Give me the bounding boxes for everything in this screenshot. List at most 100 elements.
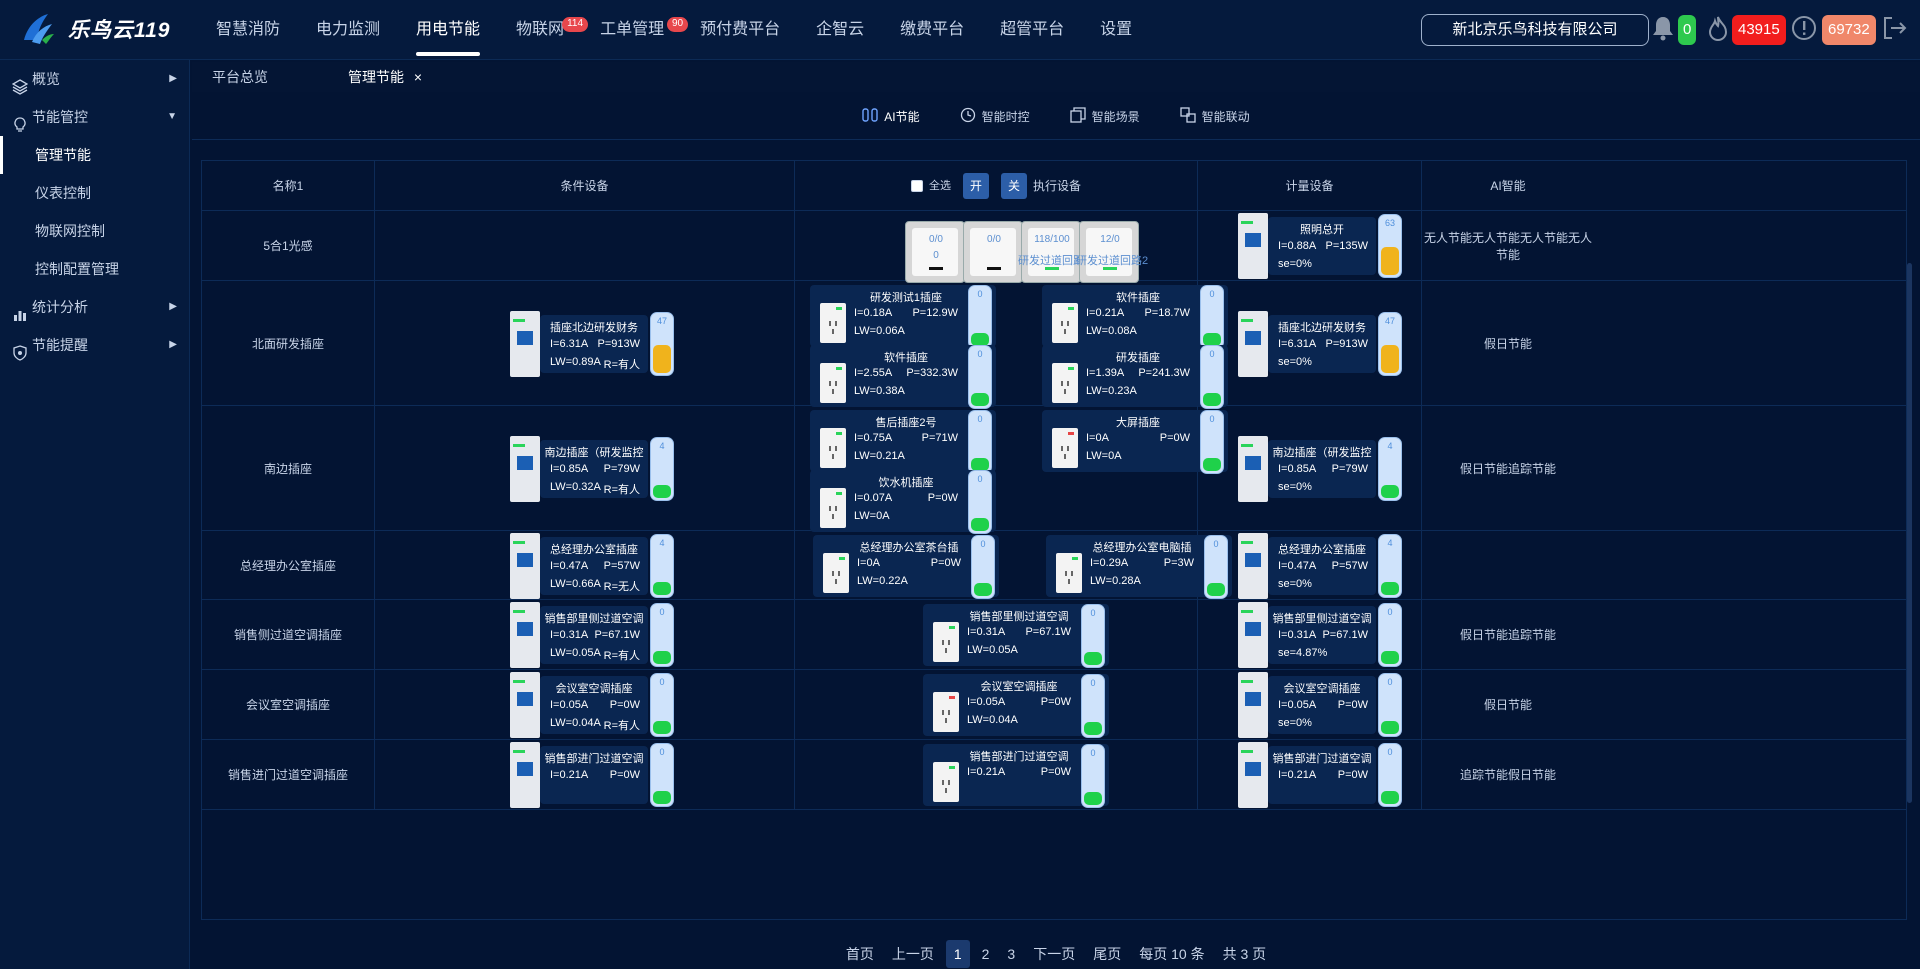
switch-panel[interactable]: 118/100 研发过道回路	[1018, 221, 1084, 283]
vertical-scrollbar[interactable]	[1907, 263, 1912, 803]
turn-on-button[interactable]: 开	[962, 173, 989, 199]
nav-enterprise[interactable]: 企智云	[798, 0, 882, 60]
power-value: P=0W	[1337, 769, 1368, 781]
level-value: 0	[1387, 607, 1393, 617]
meter-device-card[interactable]: 会议室空调插座 I=0.05A P=0W se=0% 0	[1238, 672, 1406, 738]
logout-icon	[1882, 15, 1908, 46]
exec-device-card[interactable]: 软件插座 I=2.55A P=332.3W LW=0.38A 0	[810, 345, 996, 409]
nav-iot[interactable]: 物联网 114	[498, 0, 589, 60]
level-gauge: 0	[1081, 744, 1105, 808]
subtab-scene[interactable]: 智能场景	[1070, 92, 1140, 140]
energy-table: 名称1 条件设备 全选 开 关 执行设备 计量设备 AI智能 5合1光感 0/0 0…	[201, 160, 1907, 920]
table-cell: 会议室空调插座 I=0.05A P=0W se=0% 0	[1198, 670, 1422, 739]
page-3-button[interactable]: 3	[998, 940, 1024, 968]
nav-admin[interactable]: 超管平台	[982, 0, 1082, 60]
sidebar-subitem-manage[interactable]: 管理节能	[0, 136, 189, 174]
socket-icon	[820, 303, 846, 343]
next-page-button[interactable]: 下一页	[1024, 940, 1084, 968]
current-value: I=6.31A	[550, 337, 589, 350]
meter-device-card[interactable]: 销售部里侧过道空调 I=0.31A P=67.1W se=4.87% 0	[1238, 602, 1406, 668]
sidebar-item-remind[interactable]: 节能提醒 ▶	[0, 326, 189, 364]
tab-manage-energy[interactable]: 管理节能 ×	[348, 62, 422, 92]
condition-device-card[interactable]: 会议室空调插座 I=0.05A P=0W LW=0.04A R=有人 0	[510, 672, 678, 738]
close-icon[interactable]: ×	[414, 69, 422, 85]
table-header: 名称1 条件设备 全选 开 关 执行设备 计量设备 AI智能	[202, 161, 1906, 211]
power-value: P=0W	[609, 769, 640, 781]
nav-fire[interactable]: 智慧消防	[198, 0, 298, 60]
bell-group[interactable]: 0	[1651, 14, 1697, 46]
switch-panel[interactable]: 0/0 0	[905, 221, 965, 283]
sidebar-subitem-meter[interactable]: 仪表控制	[0, 174, 189, 212]
sidebar-subitem-config[interactable]: 控制配置管理	[0, 250, 189, 288]
row-name: 销售侧过道空调插座	[233, 628, 342, 642]
meter-device-card[interactable]: 总经理办公室插座 I=0.47A P=57W se=0% 4	[1238, 532, 1406, 599]
sidebar-item-energy[interactable]: 节能管控 ▼	[0, 98, 189, 136]
device-title: 销售部里侧过道空调	[969, 611, 1069, 623]
leakage-value: LW=0.04A	[967, 714, 1018, 726]
page-2-button[interactable]: 2	[973, 940, 999, 968]
leakage-value: LW=0.08A	[1086, 325, 1137, 337]
exec-device-card[interactable]: 饮水机插座 I=0.07A P=0W LW=0A 0	[810, 470, 996, 534]
alert-group[interactable]: 69732	[1791, 14, 1876, 46]
condition-device-card[interactable]: 南边插座（研发监控 I=0.85A P=79W LW=0.32A R=有人 4	[510, 435, 678, 502]
exec-device-card[interactable]: 销售部里侧过道空调 I=0.31A P=67.1W LW=0.05A 0	[923, 604, 1109, 668]
socket-icon	[933, 692, 959, 732]
turn-off-button[interactable]: 关	[1000, 173, 1027, 199]
page-size-select[interactable]: 每页 10 条	[1130, 940, 1213, 968]
meter-device-card[interactable]: 插座北边研发财务 I=6.31A P=913W se=0% 47	[1238, 310, 1406, 377]
exec-device-card[interactable]: 总经理办公室茶台插 I=0A P=0W LW=0.22A 0	[813, 534, 999, 599]
table-cell: 南边插座（研发监控 I=0.85A P=79W LW=0.32A R=有人 4	[375, 406, 795, 530]
condition-device-card[interactable]: 插座北边研发财务 I=6.31A P=913W LW=0.89A R=有人 47	[510, 310, 678, 377]
level-value: 0	[1387, 677, 1393, 687]
subtab-timer[interactable]: 智能时控	[960, 92, 1030, 140]
nav-energy[interactable]: 用电节能	[398, 0, 498, 60]
bell-icon	[1651, 15, 1675, 46]
nav-settings[interactable]: 设置	[1082, 0, 1150, 60]
condition-device-card[interactable]: 总经理办公室插座 I=0.47A P=57W LW=0.66A R=无人 4	[510, 532, 678, 599]
level-gauge: 0	[968, 285, 992, 349]
subtab-linkage[interactable]: 智能联动	[1180, 92, 1250, 140]
sidebar-subitem-iot[interactable]: 物联网控制	[0, 212, 189, 250]
socket-icon	[820, 428, 846, 468]
brand-logo[interactable]: 乐鸟云119	[18, 10, 170, 48]
nav-payment[interactable]: 缴费平台	[882, 0, 982, 60]
current-value: I=0.18A	[854, 307, 893, 319]
condition-device-card[interactable]: 销售部里侧过道空调 I=0.31A P=67.1W LW=0.05A R=有人 0	[510, 602, 678, 668]
device-title: 销售部里侧过道空调	[1272, 613, 1372, 625]
logout-button[interactable]	[1882, 14, 1908, 46]
table-cell: 总经理办公室插座 I=0.47A P=57W se=0% 4	[1198, 531, 1422, 599]
leakage-value: LW=0A	[854, 510, 890, 522]
table-cell: 照明总开 I=0.88A P=135W se=0% 63	[1198, 211, 1422, 280]
page-1-button[interactable]: 1	[945, 940, 970, 968]
company-selector[interactable]: 新北京乐鸟科技有限公司	[1421, 14, 1649, 46]
nav-prepay[interactable]: 预付费平台	[682, 0, 798, 60]
nav-workorder[interactable]: 工单管理 90	[582, 0, 689, 60]
sidebar-item-overview[interactable]: 概览 ▶	[0, 60, 189, 98]
breaker-handle	[517, 455, 533, 470]
sidebar-item-stats[interactable]: 统计分析 ▶	[0, 288, 189, 326]
status-led	[949, 626, 955, 629]
level-fill	[1381, 344, 1399, 373]
switch-panel[interactable]: 12/0 研发过道回路2	[1076, 221, 1148, 283]
exec-device-card[interactable]: 研发测试1插座 I=0.18A P=12.9W LW=0.06A 0	[810, 285, 996, 349]
meter-device-card[interactable]: 照明总开 I=0.88A P=135W se=0% 63	[1238, 213, 1406, 279]
switch-indicator	[929, 267, 943, 270]
switch-panel[interactable]: 0/0	[963, 221, 1023, 283]
subtab-ai[interactable]: AI节能	[862, 92, 920, 140]
exec-device-card[interactable]: 销售部进门过道空调 I=0.21A P=0W 0	[923, 744, 1109, 808]
first-page-button[interactable]: 首页	[837, 940, 883, 968]
nav-power[interactable]: 电力监测	[298, 0, 398, 60]
fire-group[interactable]: 43915	[1707, 14, 1786, 46]
meter-device-card[interactable]: 南边插座（研发监控 I=0.85A P=79W se=0% 4	[1238, 435, 1406, 502]
exec-device-card[interactable]: 会议室空调插座 I=0.05A P=0W LW=0.04A 0	[923, 674, 1109, 738]
alert-count: 69732	[1822, 15, 1876, 45]
tab-overview[interactable]: 平台总览	[212, 62, 268, 92]
meter-device-card[interactable]: 销售部进门过道空调 I=0.21A P=0W 0	[1238, 742, 1406, 808]
select-all-checkbox[interactable]	[910, 180, 923, 192]
switch-sub-value: 0	[933, 250, 939, 261]
exec-device-card[interactable]: 售后插座2号 I=0.75A P=71W LW=0.21A 0	[810, 410, 996, 474]
power-value: P=67.1W	[1322, 629, 1368, 641]
last-page-button[interactable]: 尾页	[1084, 940, 1130, 968]
prev-page-button[interactable]: 上一页	[883, 940, 943, 968]
condition-device-card[interactable]: 销售部进门过道空调 I=0.21A P=0W 0	[510, 742, 678, 808]
